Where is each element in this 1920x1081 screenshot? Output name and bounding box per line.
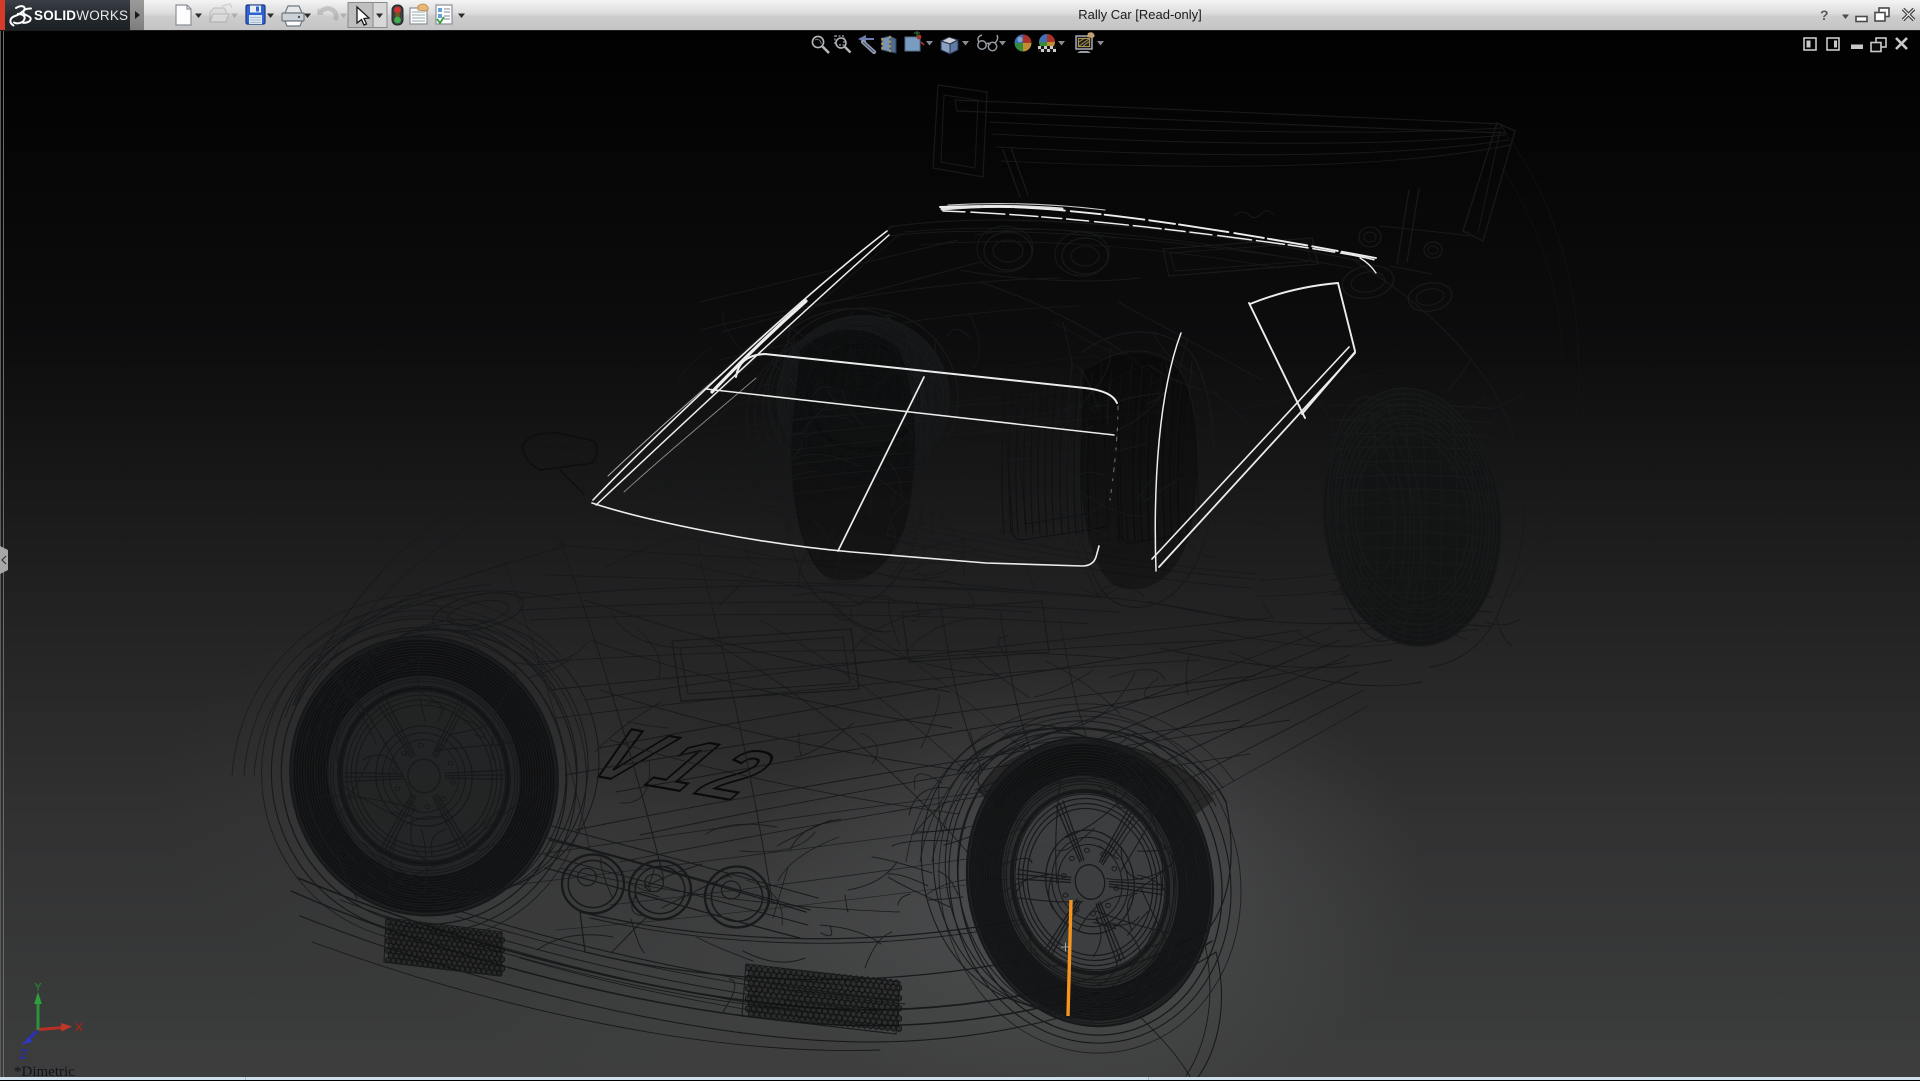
svg-text:?: ?	[1820, 7, 1829, 23]
